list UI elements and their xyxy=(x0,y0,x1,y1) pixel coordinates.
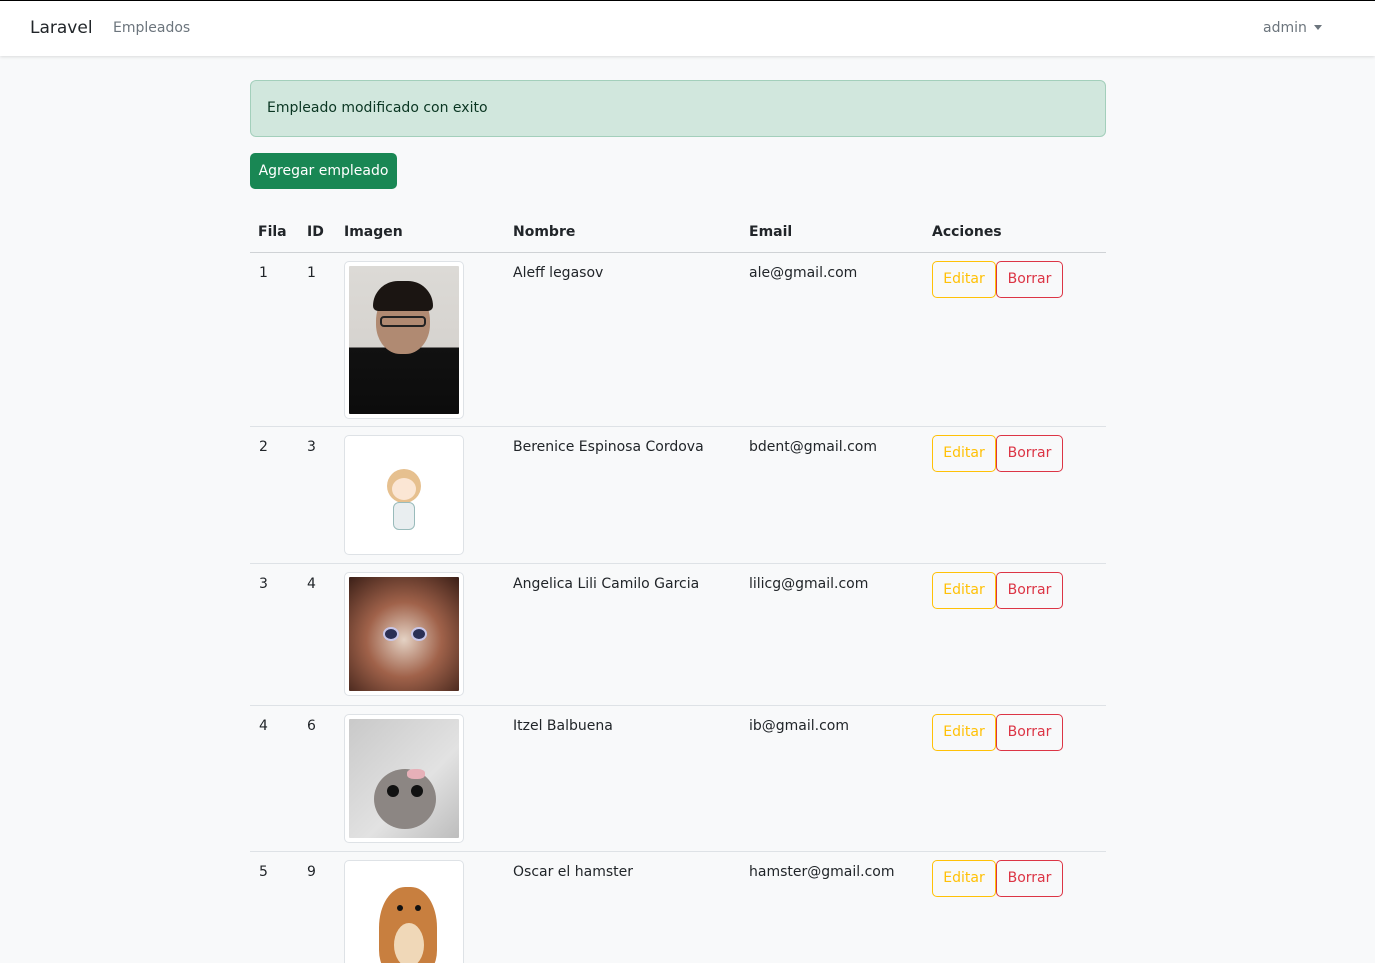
add-employee-button[interactable]: Agregar empleado xyxy=(250,153,397,189)
cell-fila: 2 xyxy=(259,439,268,455)
cell-fila: 3 xyxy=(259,576,268,592)
alert-message: Empleado modificado con exito xyxy=(267,100,488,116)
user-dropdown[interactable]: admin xyxy=(1263,20,1322,36)
cell-id: 1 xyxy=(307,265,316,281)
table-row: 1 1 Aleff legasov ale@gmail.com Editar B… xyxy=(250,253,1106,427)
table-row: 2 3 Berenice Espinosa Cordova bdent@gmai… xyxy=(250,427,1106,564)
employee-photo xyxy=(344,435,464,555)
cell-email: ib@gmail.com xyxy=(749,718,850,734)
cell-id: 4 xyxy=(307,576,316,592)
cell-nombre: Aleff legasov xyxy=(513,265,604,281)
nav-link-empleados[interactable]: Empleados xyxy=(113,20,190,36)
navbar: Laravel Empleados admin xyxy=(0,0,1375,56)
cell-nombre: Berenice Espinosa Cordova xyxy=(513,439,704,455)
cell-email: bdent@gmail.com xyxy=(749,439,877,455)
header-email: Email xyxy=(749,224,793,240)
cell-email: lilicg@gmail.com xyxy=(749,576,869,592)
edit-button[interactable]: Editar xyxy=(932,261,996,298)
cell-fila: 1 xyxy=(259,265,268,281)
employee-photo-image xyxy=(349,440,459,550)
employee-photo-image xyxy=(349,266,459,414)
navbar-brand[interactable]: Laravel xyxy=(30,18,93,38)
header-nombre: Nombre xyxy=(513,224,576,240)
success-alert: Empleado modificado con exito xyxy=(250,80,1106,137)
employee-photo xyxy=(344,714,464,843)
edit-button[interactable]: Editar xyxy=(932,860,996,897)
employees-table: Fila ID Imagen Nombre Email Acciones 1 1… xyxy=(250,212,1106,963)
cell-fila: 4 xyxy=(259,718,268,734)
employee-photo xyxy=(344,572,464,696)
header-id: ID xyxy=(307,224,324,240)
delete-button[interactable]: Borrar xyxy=(996,714,1063,751)
edit-button[interactable]: Editar xyxy=(932,435,996,472)
header-acciones: Acciones xyxy=(932,224,1002,240)
header-imagen: Imagen xyxy=(344,224,403,240)
employee-photo-image xyxy=(349,865,459,963)
edit-button[interactable]: Editar xyxy=(932,714,996,751)
delete-button[interactable]: Borrar xyxy=(996,860,1063,897)
delete-button[interactable]: Borrar xyxy=(996,435,1063,472)
cell-id: 6 xyxy=(307,718,316,734)
employee-photo-image xyxy=(349,719,459,838)
cell-nombre: Itzel Balbuena xyxy=(513,718,613,734)
employee-photo xyxy=(344,261,464,419)
cell-email: hamster@gmail.com xyxy=(749,864,895,880)
user-name: admin xyxy=(1263,20,1307,36)
employee-photo xyxy=(344,860,464,963)
table-row: 4 6 Itzel Balbuena ib@gmail.com Editar B… xyxy=(250,706,1106,852)
edit-button[interactable]: Editar xyxy=(932,572,996,609)
cell-id: 9 xyxy=(307,864,316,880)
table-header: Fila ID Imagen Nombre Email Acciones xyxy=(250,212,1106,253)
delete-button[interactable]: Borrar xyxy=(996,261,1063,298)
table-row: 3 4 Angelica Lili Camilo Garcia lilicg@g… xyxy=(250,564,1106,706)
employee-photo-image xyxy=(349,577,459,691)
cell-nombre: Angelica Lili Camilo Garcia xyxy=(513,576,700,592)
cell-email: ale@gmail.com xyxy=(749,265,858,281)
cell-id: 3 xyxy=(307,439,316,455)
cell-fila: 5 xyxy=(259,864,268,880)
header-fila: Fila xyxy=(258,224,287,240)
caret-down-icon xyxy=(1313,24,1322,30)
delete-button[interactable]: Borrar xyxy=(996,572,1063,609)
table-row: 5 9 Oscar el hamster hamster@gmail.com E… xyxy=(250,852,1106,963)
cell-nombre: Oscar el hamster xyxy=(513,864,633,880)
